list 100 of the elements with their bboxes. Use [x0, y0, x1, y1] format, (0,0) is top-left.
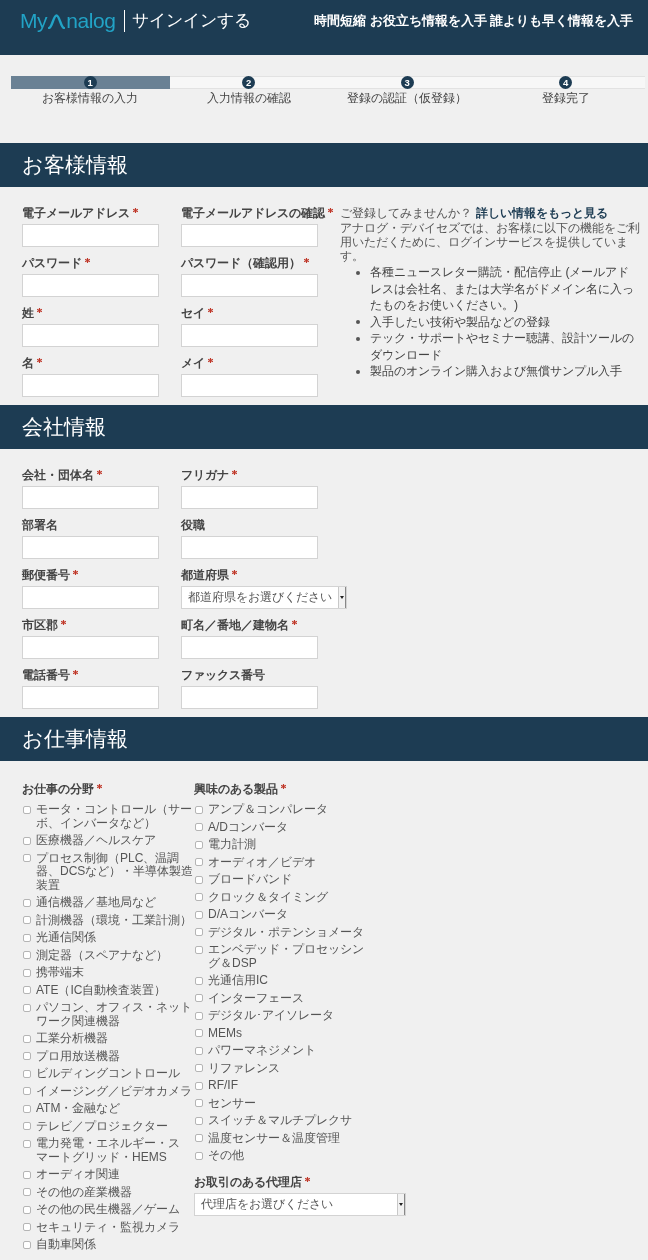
checkbox[interactable] — [195, 875, 203, 884]
checkbox[interactable] — [195, 858, 203, 867]
input-field[interactable] — [181, 274, 318, 297]
section-header: お仕事情報 — [0, 717, 648, 761]
input-field[interactable] — [22, 274, 159, 297]
option-label: テレビ／プロジェクター — [36, 1119, 169, 1133]
option-label: パソコン、オフィス・ネットワーク関連機器 — [36, 1001, 193, 1028]
section-header: お客様情報 — [0, 143, 648, 187]
option-label: プロセス制御（PLC、温調器、DCSなど）・半導体製造装置 — [36, 851, 194, 892]
input-field[interactable] — [181, 636, 318, 659]
option-label: 医療機器／ヘルスケア — [36, 834, 157, 848]
promo-description: アナログ・デバイセズでは、お客様に以下の機能をご利用いただくために、ログインサービスを提供しています。 — [340, 221, 640, 263]
benefit-text: 入手したい技術や製品などの登録 — [370, 313, 551, 330]
field-label: 会社・団体名 — [22, 468, 94, 482]
more-info-link[interactable]: 詳しい情報をもっと見る — [476, 206, 608, 220]
checkbox[interactable] — [23, 1240, 31, 1249]
checkbox[interactable] — [195, 1134, 203, 1143]
checkbox[interactable] — [195, 928, 203, 937]
checkbox[interactable] — [195, 976, 203, 985]
logo-text: nalog — [66, 10, 116, 32]
checkbox[interactable] — [195, 1116, 203, 1125]
checkbox[interactable] — [23, 836, 31, 845]
input-field[interactable] — [181, 224, 318, 247]
checkbox[interactable] — [23, 916, 31, 925]
benefit-text: 製品のオンライン購入および無償サンプル入手 — [370, 363, 623, 380]
checkbox[interactable] — [195, 1029, 203, 1038]
checkbox[interactable] — [195, 1081, 203, 1090]
field-label: 都道府県 — [181, 568, 229, 582]
checkbox[interactable] — [195, 1151, 203, 1160]
step-label: お客様情報の入力 — [42, 91, 139, 105]
checkbox[interactable] — [195, 910, 203, 919]
field-label: 電話番号 — [22, 668, 70, 682]
option-label: アンプ＆コンパレータ — [208, 803, 329, 817]
checkbox[interactable] — [23, 1052, 31, 1061]
checkbox[interactable] — [195, 945, 203, 954]
option-label: A/Dコンバータ — [208, 820, 289, 834]
input-field[interactable] — [181, 536, 318, 559]
field-label: 町名／番地／建物名 — [181, 618, 289, 632]
checkbox[interactable] — [23, 1188, 31, 1197]
checkbox[interactable] — [23, 854, 31, 863]
checkbox[interactable] — [195, 893, 203, 902]
dropdown[interactable]: 代理店をお選びください — [194, 1192, 406, 1216]
input-field[interactable] — [22, 586, 159, 609]
checkbox[interactable] — [23, 805, 31, 814]
field-label: 市区郡 — [22, 618, 58, 632]
checkbox[interactable] — [23, 986, 31, 995]
field-label: ファックス番号 — [181, 668, 265, 682]
option-label: パワーマネジメント — [208, 1044, 317, 1058]
option-label: エンベデッド・プロセッシング＆DSP — [208, 943, 365, 970]
input-field[interactable] — [181, 486, 318, 509]
dropdown[interactable]: 都道府県をお選びください — [181, 586, 347, 609]
option-label: デジタル・ポテンショメータ — [208, 925, 365, 939]
checkbox[interactable] — [23, 1104, 31, 1113]
option-label: モータ・コントロール（サーボ、インバータなど） — [36, 803, 193, 830]
checkbox[interactable] — [23, 1034, 31, 1043]
section-header: 会社情報 — [0, 405, 648, 449]
checkbox[interactable] — [23, 968, 31, 977]
checkbox[interactable] — [23, 951, 31, 960]
input-field[interactable] — [22, 636, 159, 659]
checkbox[interactable] — [195, 1099, 203, 1108]
field-label: パスワード（確認用） — [181, 256, 301, 270]
checkbox[interactable] — [23, 1122, 31, 1131]
field-label: 部署名 — [22, 518, 58, 532]
checkbox[interactable] — [23, 1069, 31, 1078]
checkbox[interactable] — [195, 1046, 203, 1055]
input-field[interactable] — [181, 374, 318, 397]
option-label: 測定器（スペアナなど） — [36, 948, 169, 962]
checkbox[interactable] — [195, 805, 203, 814]
option-label: MEMs — [208, 1026, 243, 1040]
step-label: 登録完了 — [541, 91, 590, 105]
checkbox[interactable] — [23, 1087, 31, 1096]
input-field[interactable] — [181, 324, 318, 347]
step-label: 入力情報の確認 — [206, 91, 291, 105]
step-number: 2 — [242, 76, 256, 89]
page-title: サインインする — [132, 10, 252, 32]
checkbox[interactable] — [23, 1170, 31, 1179]
bullet-icon — [356, 320, 360, 324]
checkbox[interactable] — [195, 1011, 203, 1020]
checkbox[interactable] — [23, 1139, 31, 1148]
checkbox[interactable] — [195, 994, 203, 1003]
input-field[interactable] — [22, 536, 159, 559]
checkbox[interactable] — [23, 1223, 31, 1232]
checkbox[interactable] — [23, 1205, 31, 1214]
input-field[interactable] — [22, 224, 159, 247]
option-label: 電力発電・エネルギー・スマートグリッド・HEMS — [36, 1137, 181, 1164]
input-field[interactable] — [181, 686, 318, 709]
checkbox[interactable] — [195, 1064, 203, 1073]
checkbox[interactable] — [195, 840, 203, 849]
checkbox[interactable] — [23, 1003, 31, 1012]
step-number: 3 — [400, 76, 414, 89]
input-field[interactable] — [22, 374, 159, 397]
input-field[interactable] — [22, 324, 159, 347]
input-field[interactable] — [22, 686, 159, 709]
option-label: D/Aコンバータ — [208, 908, 289, 922]
input-field[interactable] — [22, 486, 159, 509]
option-label: 光通信用IC — [208, 974, 269, 988]
option-label: 光通信関係 — [36, 931, 97, 945]
checkbox[interactable] — [23, 933, 31, 942]
checkbox[interactable] — [23, 898, 31, 907]
checkbox[interactable] — [195, 823, 203, 832]
